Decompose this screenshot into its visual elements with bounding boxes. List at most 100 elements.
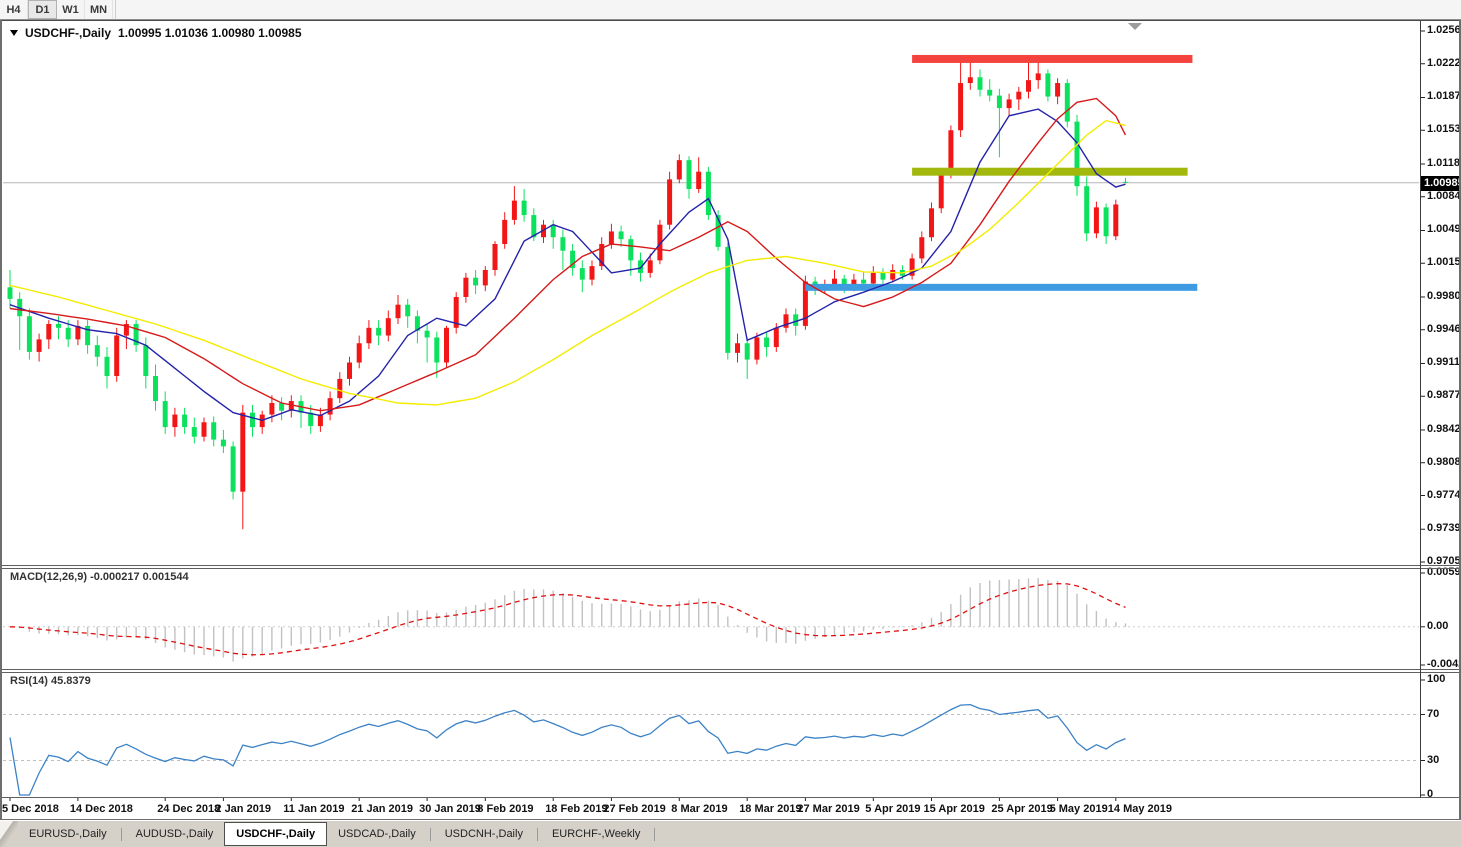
- candle-body: [890, 269, 896, 280]
- candle-body: [948, 130, 954, 174]
- candle-body: [1064, 83, 1070, 122]
- candle-body: [618, 231, 624, 240]
- candle-body: [162, 401, 168, 428]
- rsi-indicator-label: RSI(14) 45.8379: [10, 675, 91, 687]
- candle-body: [65, 327, 71, 340]
- resistance-line: [912, 54, 1193, 63]
- price-tick-label: 0.99460: [1427, 322, 1461, 335]
- candle-body: [667, 179, 673, 225]
- candle-body: [560, 237, 566, 251]
- candle-body: [929, 208, 934, 238]
- candle-body: [841, 278, 847, 288]
- date-tick-label: 2 Jan 2019: [215, 803, 272, 815]
- macd-tick-label: 0.00: [1427, 619, 1449, 632]
- candle-body: [337, 378, 343, 399]
- chart-window-top-border: [0, 20, 1461, 21]
- chart-ohlc-values: 1.00995 1.01036 1.00980 1.00985: [118, 26, 302, 40]
- candle-body: [56, 323, 61, 328]
- candle-body: [143, 345, 149, 377]
- candle-body: [1026, 80, 1031, 92]
- candle-body: [133, 323, 139, 346]
- candle-body: [909, 258, 915, 276]
- candle-body: [1093, 207, 1099, 234]
- toolbar-separator: [115, 0, 116, 19]
- ma-fast-line: [9, 108, 1126, 422]
- price-tick-label: 1.00840: [1427, 189, 1461, 202]
- timeframe-button-mn[interactable]: MN: [85, 0, 113, 19]
- candle-body: [211, 422, 217, 440]
- candle-body: [463, 277, 469, 297]
- candle-body: [744, 343, 750, 360]
- price-tick-label: 1.01180: [1427, 156, 1461, 169]
- collapse-arrow-icon[interactable]: [10, 30, 18, 36]
- candle-body: [686, 160, 692, 190]
- pane-separator[interactable]: [2, 568, 1459, 569]
- candle-body: [793, 314, 799, 326]
- candle-body: [822, 285, 828, 290]
- tab-usdcad-daily[interactable]: USDCAD-,Daily: [327, 822, 427, 846]
- ma-medium-line: [9, 97, 1127, 412]
- tab-usdcnh-daily[interactable]: USDCNH-,Daily: [434, 822, 534, 846]
- tab-usdchf-daily[interactable]: USDCHF-,Daily: [224, 822, 328, 846]
- price-tick-label: 0.98420: [1427, 422, 1461, 435]
- candle-body: [725, 246, 731, 353]
- date-tick-label: 18 Feb 2019: [545, 803, 608, 815]
- price-chart-canvas[interactable]: [0, 0, 1461, 846]
- candle-body: [977, 77, 983, 90]
- date-tick-label: 8 Feb 2019: [477, 803, 534, 815]
- candle-body: [899, 269, 905, 276]
- pane-separator[interactable]: [2, 565, 1459, 566]
- timeframe-button-d1[interactable]: D1: [28, 0, 57, 19]
- pane-separator[interactable]: [2, 672, 1459, 673]
- candle-body: [347, 362, 352, 379]
- candle-body: [531, 215, 537, 238]
- ma-slow-line: [9, 119, 1126, 406]
- candle-body: [104, 356, 110, 377]
- candle-body: [405, 304, 411, 317]
- tab-separator: [120, 827, 122, 841]
- current-price-label: 1.00985: [1421, 175, 1461, 191]
- candle-body: [414, 316, 420, 331]
- price-tick-label: 1.01870: [1427, 90, 1461, 103]
- candle-body: [1035, 73, 1041, 81]
- candle-body: [453, 296, 459, 328]
- rsi-tick-label: 70: [1427, 707, 1440, 720]
- timeframe-button-w1[interactable]: W1: [57, 0, 85, 19]
- candle-body: [366, 327, 372, 344]
- candle-body: [599, 243, 605, 267]
- candle-body: [1113, 204, 1119, 237]
- timeframe-button-h4[interactable]: H4: [0, 0, 28, 19]
- candle-body: [46, 323, 52, 340]
- candle-body: [240, 412, 246, 492]
- candle-body: [802, 281, 808, 326]
- price-tick-label: 0.99800: [1427, 289, 1461, 302]
- tab-eurchf-weekly[interactable]: EURCHF-,Weekly: [541, 822, 651, 846]
- tab-eurusd-daily[interactable]: EURUSD-,Daily: [18, 822, 118, 846]
- price-tick-label: 1.01530: [1427, 123, 1461, 136]
- candle-body: [1016, 91, 1022, 100]
- date-tick-label: 5 May 2019: [1049, 803, 1108, 815]
- date-tick-label: 27 Feb 2019: [603, 803, 666, 815]
- date-tick-label: 5 Apr 2019: [865, 803, 921, 815]
- candle-body: [958, 83, 964, 131]
- candle-body: [735, 343, 740, 353]
- candle-body: [696, 171, 702, 190]
- candle-body: [395, 304, 401, 319]
- date-tick-label: 14 Dec 2018: [69, 803, 133, 815]
- macd-indicator-label: MACD(12,26,9) -0.000217 0.001544: [10, 571, 189, 583]
- tab-audusd-daily[interactable]: AUDUSD-,Daily: [125, 822, 225, 846]
- candle-body: [550, 224, 556, 238]
- candle-body: [1045, 73, 1051, 97]
- candle-body: [298, 401, 304, 413]
- candle-body: [250, 412, 255, 428]
- chart-symbol-label: USDCHF-,Daily: [25, 26, 112, 40]
- date-tick-label: 25 Apr 2019: [991, 803, 1053, 815]
- price-tick-label: 0.98770: [1427, 389, 1461, 402]
- price-tick-label: 1.00150: [1427, 256, 1461, 269]
- candle-body: [36, 339, 42, 352]
- pane-separator[interactable]: [2, 669, 1459, 670]
- candle-body: [424, 330, 430, 338]
- candle-body: [153, 376, 158, 402]
- price-tick-label: 1.02560: [1427, 24, 1461, 36]
- price-tick-label: 0.97390: [1427, 522, 1461, 535]
